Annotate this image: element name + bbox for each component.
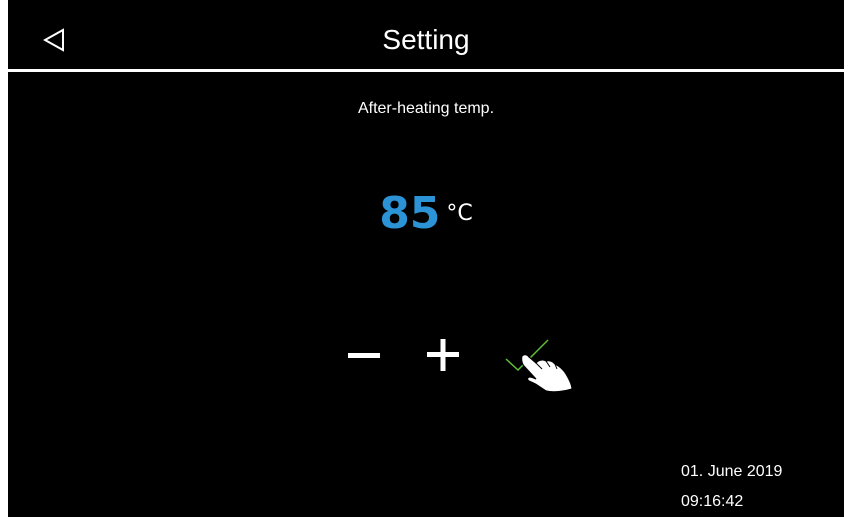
- parameter-value-display: 85 °C: [0, 188, 852, 239]
- hand-pointer-icon: [521, 354, 573, 393]
- status-date: 01. June 2019: [681, 463, 783, 480]
- header-bar: Setting: [8, 8, 844, 72]
- increase-button[interactable]: [418, 330, 468, 380]
- decrease-button[interactable]: [340, 332, 390, 378]
- minus-icon: [348, 353, 380, 358]
- parameter-unit: °C: [446, 201, 473, 226]
- parameter-value: 85: [379, 188, 441, 239]
- screen-frame: [0, 0, 852, 517]
- plus-icon: [427, 339, 459, 371]
- page-title: Setting: [382, 24, 470, 55]
- confirm-graphic: [505, 339, 573, 393]
- status-time: 09:16:42: [681, 493, 744, 510]
- confirm-button[interactable]: [496, 336, 586, 396]
- parameter-label: After-heating temp.: [357, 100, 495, 117]
